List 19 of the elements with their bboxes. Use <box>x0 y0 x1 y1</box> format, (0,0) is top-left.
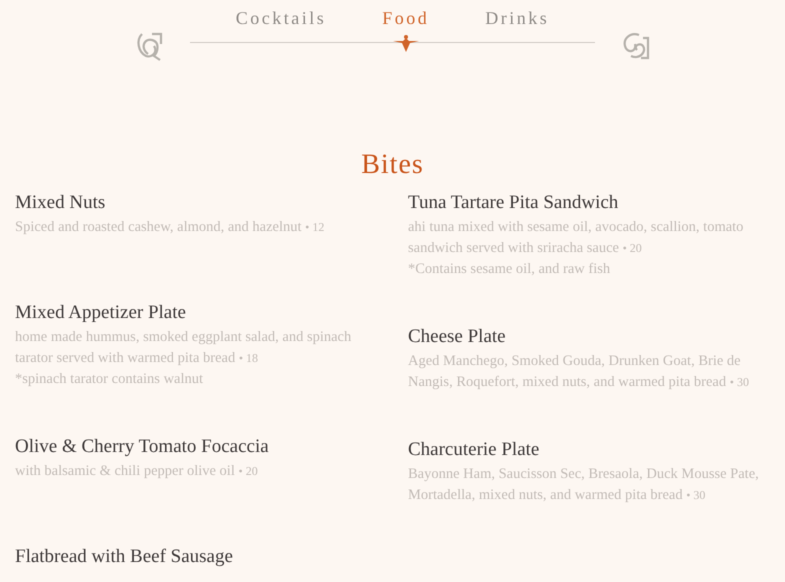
dish-name: Mixed Appetizer Plate <box>15 301 187 325</box>
dish-name: Charcuterie Plate <box>408 438 540 462</box>
dish-description: Aged Manchego, Smoked Gouda, Drunken Goat, Brie de Nangis, Roquefort, mixed nuts, and warmed pita bread • 30 <box>408 352 750 392</box>
dish-name: Tuna Tartare Pita Sandwich <box>408 191 620 215</box>
menu-tab[interactable]: Food <box>382 4 430 32</box>
dish-note: *Contains sesame oil, and raw fish <box>408 260 612 279</box>
menu-tab[interactable]: Drinks <box>485 4 550 32</box>
dish-note: *spinach tarator contains walnut <box>15 370 204 389</box>
dish-description: home made hummus, smoked eggplant salad, and spinach tarator served with warmed pita bread • 18 <box>15 328 352 368</box>
dish-name: Mixed Nuts <box>15 191 106 215</box>
dish-name: Cheese Plate <box>408 325 507 349</box>
dish-description: Spiced and roasted cashew, almond, and hazelnut • 12 <box>15 218 326 237</box>
menu-tab[interactable]: Cocktails <box>236 4 326 32</box>
dish-name: Flatbread with Beef Sausage <box>15 545 234 569</box>
dish-description: ahi tuna mixed with sesame oil, avocado, scallion, tomato sandwich served with sriracha sauce • 20 <box>408 218 744 258</box>
dish-description: Bayonne Ham, Saucisson Sec, Bresaola, Duck Mousse Pate, Mortadella, mixed nuts, and warmed pita bread • 30 <box>408 465 760 505</box>
dish-name: Olive & Cherry Tomato Focaccia <box>15 435 270 459</box>
section-title: Bites <box>361 148 424 182</box>
dish-description: with balsamic & chili pepper olive oil • 20 <box>15 462 259 481</box>
